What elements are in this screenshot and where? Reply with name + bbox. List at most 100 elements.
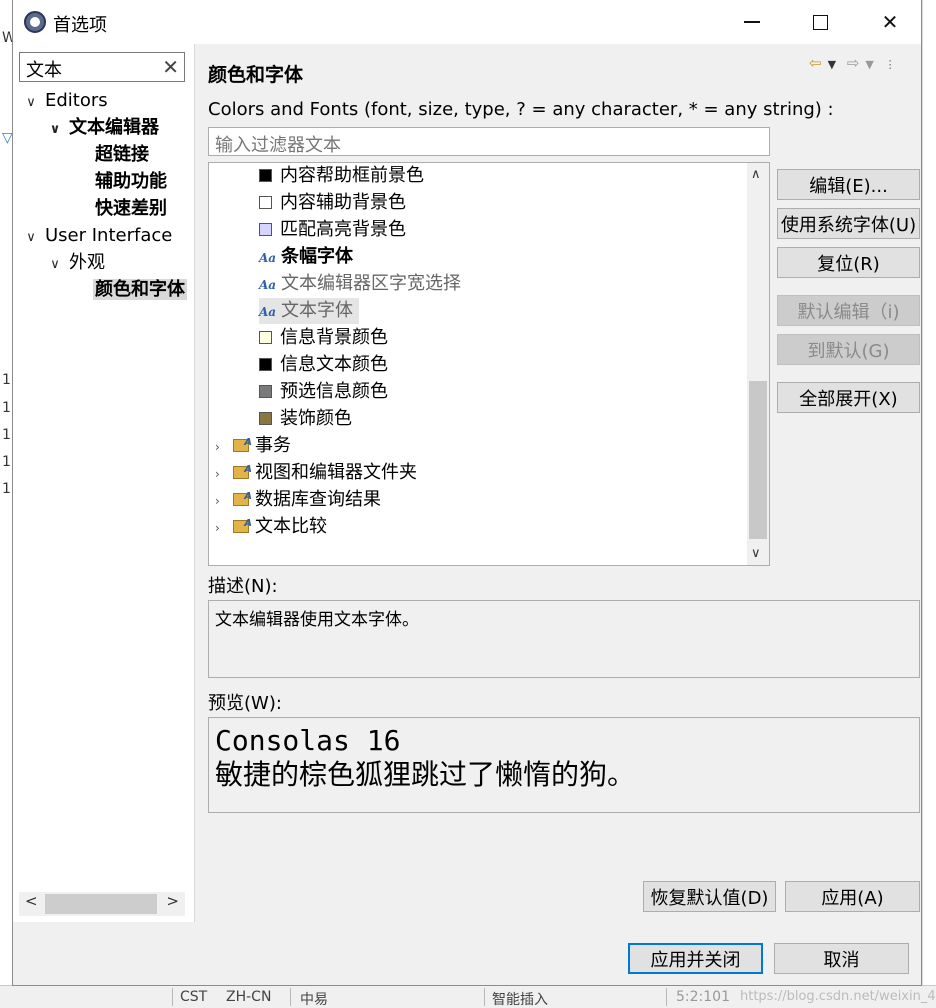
preview-sample-text: 敏捷的棕色狐狸跳过了懒惰的狗。 xyxy=(215,758,636,791)
tree-filter-input[interactable]: 文本 ✕ xyxy=(19,52,185,82)
list-vertical-scrollbar[interactable]: ∧ ∨ xyxy=(747,163,769,565)
colors-fonts-label: Colors and Fonts (font, size, type, ? = … xyxy=(208,99,834,120)
list-item-label: 内容辅助背景色 xyxy=(280,192,406,213)
list-item-category[interactable]: › 文本比较 xyxy=(215,511,327,541)
restore-defaults-button[interactable]: 恢复默认值(D) xyxy=(643,881,776,912)
scrollbar-thumb[interactable] xyxy=(749,381,767,539)
expand-chevron-icon[interactable]: › xyxy=(215,488,233,514)
list-item-selected[interactable]: Aa 文本字体 xyxy=(259,298,359,324)
background-glyph: 1 xyxy=(2,481,11,497)
list-item[interactable]: Aa 文本编辑器区字宽选择 xyxy=(259,271,461,297)
back-menu-chevron-icon[interactable]: ▼ xyxy=(828,58,836,71)
status-separator xyxy=(484,988,485,1006)
status-separator xyxy=(172,988,173,1006)
scroll-right-icon[interactable]: > xyxy=(166,892,179,910)
font-icon: Aa xyxy=(259,251,277,265)
minimize-button[interactable] xyxy=(729,0,775,44)
status-segment: 智能插入 xyxy=(492,992,548,1008)
background-glyph: 1 xyxy=(2,372,11,388)
tree-item-label: 超链接 xyxy=(95,144,149,165)
forward-menu-chevron-icon[interactable]: ▼ xyxy=(865,58,873,71)
tree-item-user-interface[interactable]: ∨ User Interface xyxy=(23,223,172,249)
tree-item-quick-diff[interactable]: 快速差别 xyxy=(95,196,167,222)
status-segment: 中易 xyxy=(300,992,328,1008)
background-glyph: 1 xyxy=(2,454,11,470)
page-navigation: ⇦ ▼ ⇨ ▼ ⋮ xyxy=(809,54,902,72)
scrollbar-thumb[interactable] xyxy=(45,894,157,914)
folder-icon xyxy=(233,484,252,510)
color-swatch-icon xyxy=(259,196,272,209)
status-segment: CST xyxy=(180,989,208,1005)
tree-item-editors[interactable]: ∨ Editors xyxy=(23,88,108,116)
list-item[interactable]: 装饰颜色 xyxy=(259,406,352,432)
folder-icon xyxy=(233,457,252,483)
expand-chevron-icon[interactable]: › xyxy=(215,515,233,541)
expand-chevron-icon[interactable]: › xyxy=(215,461,233,487)
list-item-category[interactable]: › 数据库查询结果 xyxy=(215,484,381,514)
list-item[interactable]: 信息背景颜色 xyxy=(259,325,388,351)
watermark: https://blog.csdn.net/weixin_46713508 xyxy=(740,989,936,1004)
expand-toggle-icon[interactable]: ∨ xyxy=(23,90,39,116)
preference-page: 颜色和字体 ⇦ ▼ ⇨ ▼ ⋮ Colors and Fonts (font, si… xyxy=(196,44,921,922)
forward-arrow-icon[interactable]: ⇨ xyxy=(847,54,860,72)
color-swatch-icon xyxy=(259,331,272,344)
tree-item-hyperlinks[interactable]: 超链接 xyxy=(95,142,149,168)
list-item-label: 数据库查询结果 xyxy=(255,489,381,510)
expand-toggle-icon[interactable]: ∨ xyxy=(23,225,39,251)
scroll-down-icon[interactable]: ∨ xyxy=(751,546,761,561)
list-item-label: 信息背景颜色 xyxy=(280,327,388,348)
list-item-label: 信息文本颜色 xyxy=(280,354,388,375)
clear-filter-icon[interactable]: ✕ xyxy=(162,55,179,79)
list-item[interactable]: Aa 条幅字体 xyxy=(259,244,353,270)
edit-default-button[interactable]: 默认编辑（i) xyxy=(777,295,920,326)
go-to-default-button[interactable]: 到默认(G) xyxy=(777,334,920,365)
minimize-icon xyxy=(744,21,760,23)
apply-button[interactable]: 应用(A) xyxy=(785,881,920,912)
list-item[interactable]: 内容帮助框前景色 xyxy=(259,163,424,189)
scroll-left-icon[interactable]: < xyxy=(25,892,38,910)
scroll-up-icon[interactable]: ∧ xyxy=(751,167,761,182)
tree-item-label: 辅助功能 xyxy=(95,171,167,192)
expand-chevron-icon[interactable]: › xyxy=(215,434,233,460)
list-item-category[interactable]: › 事务 xyxy=(215,430,291,460)
list-item[interactable]: 内容辅助背景色 xyxy=(259,190,406,216)
tree-item-label: 文本编辑器 xyxy=(69,117,159,138)
list-item-category[interactable]: › 视图和编辑器文件夹 xyxy=(215,457,417,487)
reset-button[interactable]: 复位(R) xyxy=(777,247,920,278)
background-glyph: 1 xyxy=(2,400,11,416)
color-swatch-icon xyxy=(259,223,272,236)
maximize-button[interactable] xyxy=(797,0,843,44)
description-text: 文本编辑器使用文本字体。 xyxy=(215,610,419,630)
list-item-label: 预选信息颜色 xyxy=(280,381,388,402)
status-separator xyxy=(666,988,667,1006)
status-separator xyxy=(290,988,291,1006)
preview-box: Consolas 16 敏捷的棕色狐狸跳过了懒惰的狗。 xyxy=(208,717,920,813)
expand-toggle-icon[interactable]: ∨ xyxy=(47,117,63,143)
list-item[interactable]: 预选信息颜色 xyxy=(259,379,388,405)
apply-and-close-button[interactable]: 应用并关闭 xyxy=(628,943,763,974)
maximize-icon xyxy=(812,14,828,30)
preview-label: 预览(W): xyxy=(208,693,282,714)
view-menu-icon[interactable]: ⋮ xyxy=(885,58,896,71)
tree-item-colors-and-fonts[interactable]: 颜色和字体 xyxy=(93,277,187,303)
list-item-label: 装饰颜色 xyxy=(280,408,352,429)
tree-item-label: Editors xyxy=(45,90,108,111)
back-arrow-icon[interactable]: ⇦ xyxy=(809,54,822,72)
expand-toggle-icon[interactable]: ∨ xyxy=(47,252,63,278)
use-system-font-button[interactable]: 使用系统字体(U) xyxy=(777,208,920,239)
list-item[interactable]: 信息文本颜色 xyxy=(259,352,388,378)
list-item-label: 文本字体 xyxy=(281,300,353,321)
tree-item-appearance[interactable]: ∨ 外观 xyxy=(47,250,105,276)
tree-item-text-editor[interactable]: ∨ 文本编辑器 xyxy=(47,115,159,141)
cancel-button[interactable]: 取消 xyxy=(774,943,909,974)
close-button[interactable]: ✕ xyxy=(867,0,913,44)
tree-item-accessibility[interactable]: 辅助功能 xyxy=(95,169,167,195)
tree-item-label: 外观 xyxy=(69,252,105,273)
tree-horizontal-scrollbar[interactable]: < > xyxy=(19,892,185,916)
list-item[interactable]: 匹配高亮背景色 xyxy=(259,217,406,243)
expand-all-button[interactable]: 全部展开(X) xyxy=(777,382,920,413)
edit-button[interactable]: 编辑(E)... xyxy=(777,169,920,200)
background-glyph: 1 xyxy=(2,427,11,443)
close-icon: ✕ xyxy=(881,10,899,34)
colors-filter-input[interactable]: 输入过滤器文本 xyxy=(208,127,770,156)
